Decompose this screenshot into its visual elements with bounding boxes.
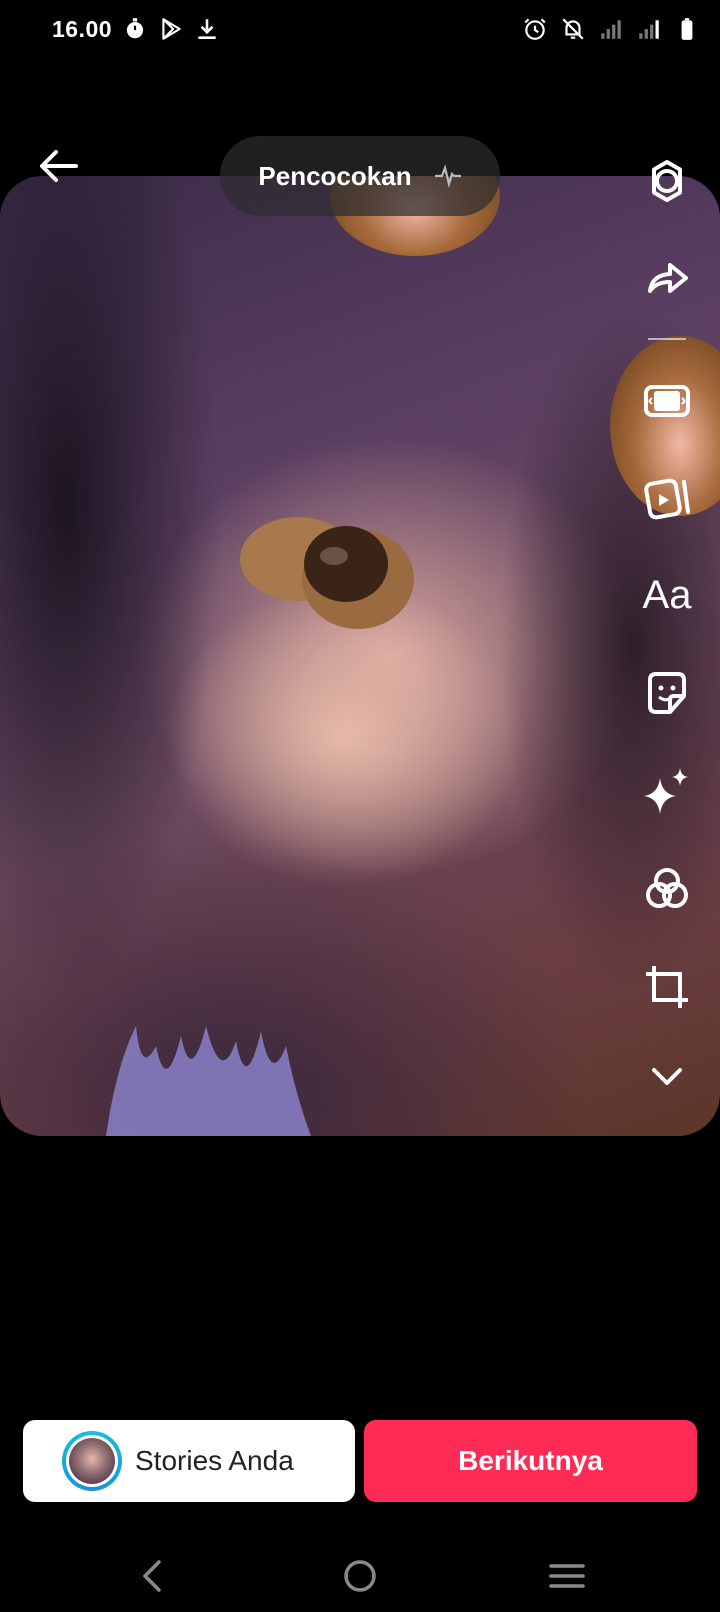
video-edit-button[interactable] [640, 470, 694, 524]
next-button[interactable]: Berikutnya [364, 1420, 697, 1502]
status-bar: 16.00 [0, 0, 720, 60]
battery-icon [681, 18, 693, 40]
template-icon [644, 385, 690, 417]
share-button[interactable] [640, 251, 694, 305]
nav-home-icon[interactable] [338, 1554, 382, 1598]
waveform-icon [434, 164, 461, 188]
filters-icon [646, 868, 688, 908]
effects-button[interactable] [640, 764, 694, 818]
settings-button[interactable] [640, 154, 694, 208]
timer-icon [126, 18, 144, 39]
stories-label: Stories Anda [135, 1445, 294, 1476]
nav-recents-icon[interactable] [545, 1554, 589, 1598]
settings-icon [652, 160, 682, 202]
alarm-icon [524, 18, 546, 40]
back-arrow-icon[interactable] [36, 144, 80, 188]
crop-icon [646, 966, 688, 1008]
sticker-icon [648, 672, 686, 714]
status-time: 16.00 [52, 16, 113, 42]
signal-icon [639, 20, 659, 39]
play-store-icon [162, 18, 181, 40]
download-icon [198, 19, 216, 39]
template-button[interactable] [640, 373, 694, 427]
avatar [69, 1438, 115, 1484]
system-navigation-bar [0, 1540, 720, 1612]
text-tool-button[interactable]: Aa [640, 568, 694, 622]
mute-icon [562, 18, 584, 40]
effects-icon [644, 768, 688, 814]
nav-back-icon[interactable] [131, 1554, 175, 1598]
photo-preview[interactable] [0, 176, 720, 1136]
effect-label: Pencocokan [258, 160, 412, 191]
share-icon [648, 263, 688, 293]
chevron-down-icon [652, 1068, 682, 1085]
shirt-flame-print [106, 1026, 311, 1136]
signal-icon [601, 20, 621, 39]
crop-button[interactable] [640, 960, 694, 1014]
video-edit-icon [644, 478, 690, 520]
effect-match-pill[interactable]: Pencocokan [220, 136, 500, 216]
sticker-button[interactable] [640, 666, 694, 720]
photo-hair-left [0, 176, 220, 996]
more-tools-button[interactable] [640, 1050, 694, 1104]
dog-nose-filter [240, 517, 414, 629]
story-ring [62, 1431, 122, 1491]
toolbar-divider [648, 338, 686, 340]
your-stories-button[interactable]: Stories Anda [23, 1420, 355, 1502]
filters-button[interactable] [640, 862, 694, 916]
